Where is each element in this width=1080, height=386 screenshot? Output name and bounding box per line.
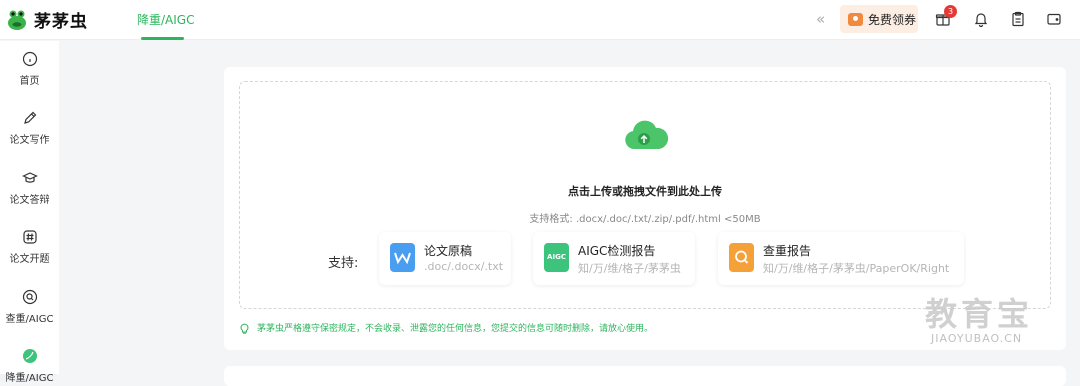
upload-formats: 支持格式: .docx/.doc/.txt/.zip/.pdf/.html <5… [529,214,761,225]
cloud-upload-icon [625,120,669,149]
secondary-card [224,366,1066,386]
option-aigc-report[interactable]: AIGC AIGC检测报告 知/万/维/格子/茅茅虫 [533,232,695,285]
aigc-icon: AIGC [544,243,569,272]
active-tab-indicator [141,37,184,40]
option-sources: 知/万/维/格子/茅茅虫 [578,262,681,275]
sidebar-item-thesis-defense[interactable]: 论文答辩 [0,170,59,206]
sidebar-item-label: 论文开题 [9,254,50,265]
logo[interactable]: 茅茅虫 [6,7,88,32]
leaf-icon [22,349,37,363]
option-plagiarism-report[interactable]: 查重报告 知/万/维/格子/茅茅虫/PaperOK/Right [718,232,964,285]
option-title: 论文原稿 [424,244,473,258]
home-icon [22,51,37,67]
upload-dropzone[interactable]: 点击上传或拖拽文件到此处上传 支持格式: .docx/.doc/.txt/.zi… [239,81,1051,309]
graduation-cap-icon [21,172,38,183]
coupon-icon [848,12,863,26]
top-bar: 茅茅虫 降重/AIGC « 免费领券 3 [0,0,1080,40]
sidebar-item-home[interactable]: 首页 [0,51,59,87]
support-label: 支持: [328,256,359,271]
option-title: AIGC检测报告 [578,244,656,258]
clipboard-icon[interactable] [1010,11,1026,27]
option-original-manuscript[interactable]: 论文原稿 .doc/.docx/.txt [379,232,511,285]
bell-icon[interactable] [973,11,989,27]
bug-logo-icon [8,10,26,30]
sidebar-item-rewrite-aigc[interactable]: 降重/AIGC [0,341,59,384]
option-formats: .doc/.docx/.txt [424,260,504,273]
double-chevron-left-icon[interactable]: « [816,10,825,28]
privacy-notice-text: 茅茅虫严格遵守保密规定，不会收录、泄露您的任何信息，您提交的信息可随时删除，请放… [257,324,654,334]
privacy-notice: 茅茅虫严格遵守保密规定，不会收录、泄露您的任何信息，您提交的信息可随时删除，请放… [238,321,653,334]
hash-icon [22,230,37,244]
sidebar-item-thesis-writing[interactable]: 论文写作 [0,110,59,146]
watermark-main: 教育宝 [925,295,1034,333]
wps-doc-icon [390,243,415,272]
watermark: 教育宝 JIAOYUBAO.CN [925,296,1033,345]
notification-count-badge: 3 [944,5,957,18]
wallet-icon[interactable] [1046,11,1062,27]
sidebar-item-label: 论文写作 [9,135,50,146]
coupon-label: 免费领券 [868,12,917,27]
sidebar-item-thesis-proposal[interactable]: 论文开题 [0,229,59,265]
magnifier-report-icon [729,243,754,272]
option-title: 查重报告 [763,244,812,258]
free-coupon-button[interactable]: 免费领券 [840,5,918,33]
lightbulb-icon [240,323,249,334]
sidebar-item-label: 论文答辩 [9,195,50,206]
sidebar-item-plagiarism-check[interactable]: 查重/AIGC [0,289,59,325]
pen-icon [23,111,36,124]
sidebar-item-label: 查重/AIGC [5,314,54,325]
option-sources: 知/万/维/格子/茅茅虫/PaperOK/Right [763,262,950,275]
sidebar: 首页 论文写作 论文答辩 论文开题 查重/AIGC 降重/AIGC [0,41,59,384]
search-icon [22,289,37,305]
app-name: 茅茅虫 [34,12,88,32]
tab-rewrite-aigc[interactable]: 降重/AIGC [137,11,194,28]
watermark-sub: JIAOYUBAO.CN [931,332,1023,345]
upload-title: 点击上传或拖拽文件到此处上传 [568,185,722,198]
sidebar-item-label: 首页 [19,76,40,87]
sidebar-item-label: 降重/AIGC [5,373,54,384]
